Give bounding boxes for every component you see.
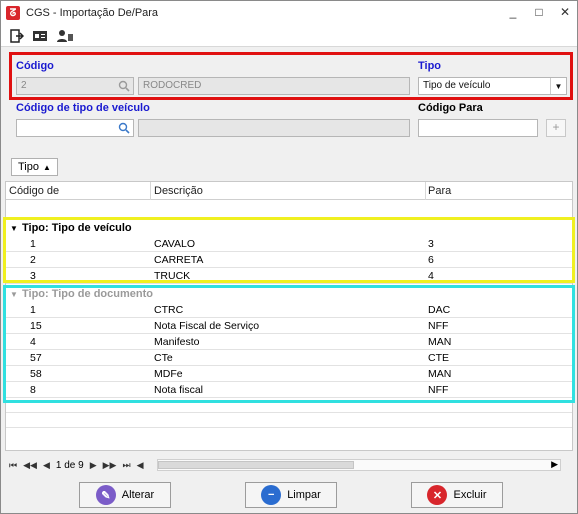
action-bar: ✎ Alterar − Limpar ✕ Excluir (1, 477, 577, 513)
toolbar (1, 25, 577, 47)
add-button[interactable]: + (546, 119, 566, 137)
window-title: CGS - Importação De/Para (26, 7, 159, 19)
limpar-label: Limpar (287, 489, 321, 501)
last-page-icon[interactable]: ⏭ (122, 460, 130, 471)
prev-page-icon[interactable]: ◀ (43, 460, 50, 471)
minimize-button[interactable]: _ (507, 5, 519, 19)
next-page-icon[interactable]: ▶ (90, 460, 97, 471)
excluir-button[interactable]: ✕ Excluir (411, 482, 503, 508)
scroll-left-icon[interactable]: ◀ (137, 460, 144, 471)
highlight-box-cyan (3, 285, 575, 403)
group-by-chip[interactable]: Tipo ▲ (11, 158, 58, 176)
scrollbar-thumb[interactable] (158, 461, 354, 469)
scroll-right-icon[interactable]: ▶ (551, 459, 558, 470)
app-window: ᘔ CGS - Importação De/Para _ □ ✕ Código … (0, 0, 578, 514)
codigo-tipo-veiculo-label: Código de tipo de veículo (16, 102, 150, 114)
excluir-label: Excluir (453, 489, 487, 501)
grid-header: Código de Descrição Para (6, 182, 572, 200)
user-icon[interactable] (56, 28, 74, 44)
group-chip-label: Tipo (18, 161, 39, 173)
title-bar: ᘔ CGS - Importação De/Para _ □ ✕ (1, 1, 577, 25)
edit-icon: ✎ (95, 485, 116, 505)
search-icon[interactable] (118, 122, 130, 134)
codigo-para-field[interactable] (418, 119, 538, 137)
pager: ⏮ ◀◀ ◀ 1 de 9 ▶ ▶▶ ⏭ ◀ ▶ (5, 455, 573, 475)
next-block-icon[interactable]: ▶▶ (103, 460, 117, 471)
exit-icon[interactable] (8, 28, 26, 44)
sort-up-icon: ▲ (43, 162, 51, 172)
close-button[interactable]: ✕ (559, 5, 571, 19)
column-header-descricao[interactable]: Descrição (154, 185, 203, 197)
card-icon[interactable] (32, 28, 50, 44)
alterar-button[interactable]: ✎ Alterar (79, 482, 171, 508)
highlight-box-red (9, 52, 573, 100)
highlight-box-yellow (3, 217, 575, 283)
minus-icon: − (261, 485, 282, 505)
descricao-tipo-field (138, 119, 410, 137)
column-header-para[interactable]: Para (428, 185, 451, 197)
horizontal-scrollbar[interactable]: ▶ (157, 459, 561, 471)
codigo-tipo-veiculo-field[interactable] (16, 119, 134, 137)
empty-row (6, 412, 572, 428)
alterar-label: Alterar (121, 489, 155, 501)
maximize-button[interactable]: □ (533, 5, 545, 19)
limpar-button[interactable]: − Limpar (245, 482, 337, 508)
column-header-codigo[interactable]: Código de (9, 185, 59, 197)
prev-block-icon[interactable]: ◀◀ (23, 460, 37, 471)
page-indicator: 1 de 9 (55, 459, 84, 471)
delete-icon: ✕ (427, 485, 448, 505)
first-page-icon[interactable]: ⏮ (9, 460, 17, 471)
app-logo-icon: ᘔ (6, 6, 20, 20)
codigo-para-label: Código Para (418, 102, 483, 114)
